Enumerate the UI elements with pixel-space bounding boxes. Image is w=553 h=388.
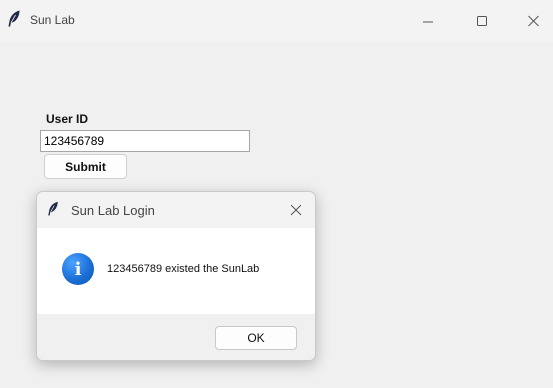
dialog-title: Sun Lab Login (71, 203, 155, 218)
minimize-button[interactable] (416, 8, 440, 32)
submit-button[interactable]: Submit (44, 154, 127, 179)
feather-icon (8, 10, 20, 27)
login-dialog: Sun Lab Login i 123456789 existed the Su… (36, 191, 316, 361)
dialog-close-icon[interactable] (288, 202, 304, 218)
main-window: Sun Lab User ID 123456789 Submit Sun Lab… (0, 0, 553, 388)
feather-icon (48, 201, 58, 216)
window-title: Sun Lab (30, 13, 75, 27)
info-icon: i (62, 253, 94, 285)
dialog-body: i 123456789 existed the SunLab (37, 228, 315, 314)
dialog-footer: OK (37, 314, 315, 360)
close-icon (528, 15, 539, 27)
dialog-title-bar[interactable]: Sun Lab Login (37, 192, 315, 228)
userid-input[interactable]: 123456789 (40, 130, 250, 152)
minimize-icon (423, 21, 433, 23)
ok-button[interactable]: OK (215, 326, 297, 350)
title-bar[interactable]: Sun Lab (0, 0, 553, 42)
close-button[interactable] (522, 8, 546, 32)
dialog-message: 123456789 existed the SunLab (107, 263, 260, 275)
maximize-button[interactable] (470, 8, 494, 32)
userid-label: User ID (46, 112, 89, 126)
maximize-icon (477, 16, 487, 26)
